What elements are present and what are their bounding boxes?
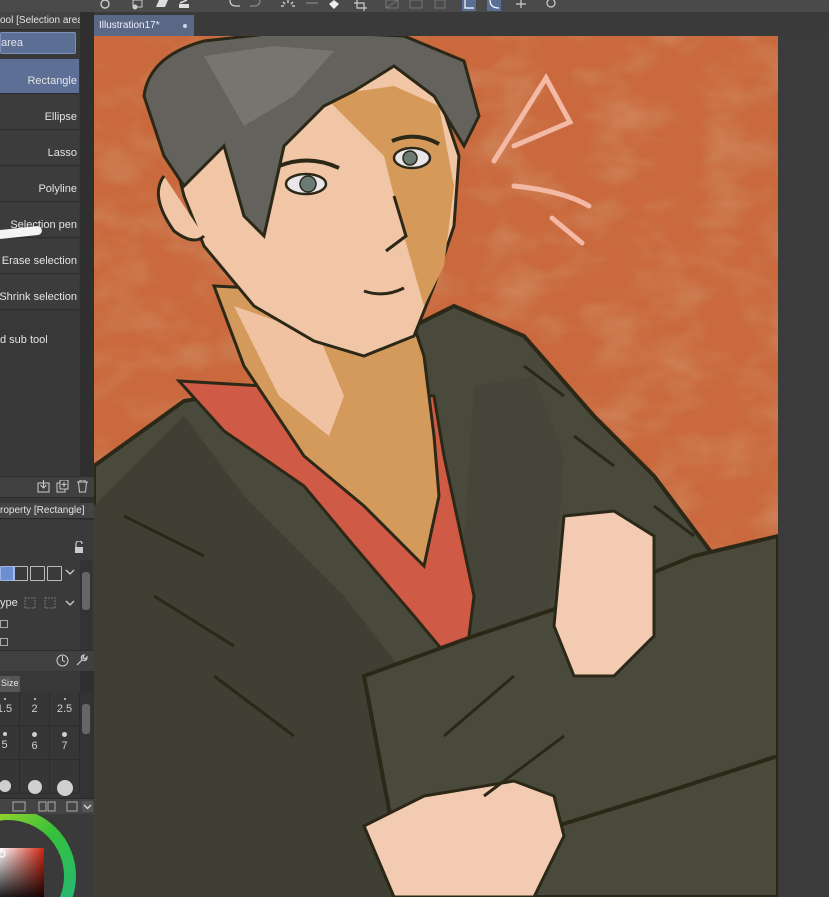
scrollbar-thumb[interactable]: [82, 572, 90, 610]
property-tools: [0, 650, 94, 671]
selection-mode-row: [0, 563, 80, 585]
loading-icon[interactable]: [281, 0, 295, 11]
duplicate-icon[interactable]: [56, 479, 69, 493]
brush-size-cell[interactable]: 2.5: [50, 692, 80, 726]
illustration-artwork: [94, 36, 778, 897]
tool-property-header: roperty [Rectangle]: [0, 503, 94, 519]
grid-icon[interactable]: [385, 0, 399, 11]
subtool-selection-pen[interactable]: Selection pen: [0, 203, 79, 240]
new-layer-icon[interactable]: [131, 0, 145, 11]
document-tab-label: Illustration17*: [99, 20, 160, 31]
subtool-lasso[interactable]: Lasso: [0, 131, 79, 166]
subtool-panel-header: ool [Selection area]: [0, 12, 80, 30]
brush-size-tab[interactable]: Size: [0, 676, 20, 692]
subtool-label: Shrink selection: [0, 291, 77, 303]
subtool-label: Ellipse: [44, 111, 77, 123]
subtool-group-tab[interactable]: area: [0, 32, 76, 54]
subtool-label: Lasso: [47, 147, 77, 159]
lock-icon[interactable]: [73, 540, 85, 554]
illustration-canvas[interactable]: [94, 36, 778, 897]
ruler-icon[interactable]: [409, 0, 423, 11]
color-set-tab-icon[interactable]: [38, 801, 56, 812]
canvas-settings-icon[interactable]: [514, 0, 528, 11]
subtract-selection-icon[interactable]: [30, 566, 45, 581]
close-dot-icon[interactable]: [183, 24, 187, 28]
brush-size-cell[interactable]: 7: [50, 726, 80, 760]
export-icon[interactable]: [37, 480, 50, 493]
subtool-label: Erase selection: [1, 255, 77, 267]
undo-icon[interactable]: [228, 0, 242, 11]
transform-icon[interactable]: [305, 0, 319, 11]
document-tab[interactable]: Illustration17*: [94, 15, 194, 36]
subtool-erase-selection[interactable]: Erase selection: [0, 239, 79, 274]
brush-size-label: 2.5: [56, 703, 73, 715]
option-checkbox[interactable]: [0, 638, 8, 646]
redo-icon[interactable]: [248, 0, 262, 11]
app-icon[interactable]: [98, 0, 112, 11]
chevron-down-icon[interactable]: [82, 801, 93, 812]
scrollbar-thumb[interactable]: [82, 704, 90, 734]
brush-size-scrollbar[interactable]: [80, 692, 92, 798]
brush-size-cell[interactable]: 2: [20, 692, 50, 726]
brush-size-label: 2: [31, 703, 38, 715]
subtool-ellipse[interactable]: Ellipse: [0, 95, 79, 130]
subtool-rectangle[interactable]: Rectangle: [0, 59, 79, 94]
canvas-workspace[interactable]: [94, 36, 829, 897]
subtool-label: Rectangle: [27, 75, 77, 87]
color-wheel[interactable]: [0, 814, 94, 897]
add-selection-icon[interactable]: [13, 566, 28, 581]
color-panel-tabs: [0, 798, 94, 815]
fixed-ratio-icon[interactable]: [24, 596, 40, 610]
subtool-label: Polyline: [38, 183, 77, 195]
chevron-down-icon[interactable]: [64, 566, 76, 578]
crop-icon[interactable]: [354, 0, 368, 11]
chevron-down-icon[interactable]: [64, 597, 76, 609]
snap-icon[interactable]: [433, 0, 447, 11]
brush-size-cell[interactable]: [50, 760, 80, 796]
subtool-shrink-selection[interactable]: Shrink selection: [0, 275, 79, 310]
property-scrollbar[interactable]: [80, 560, 92, 650]
reset-icon[interactable]: [56, 654, 69, 667]
intersect-selection-icon[interactable]: [47, 566, 62, 581]
fixed-size-icon[interactable]: [44, 596, 60, 610]
brush-size-label: 1.5: [0, 703, 13, 715]
save-icon[interactable]: [177, 0, 191, 11]
brush-size-label: 7: [61, 740, 68, 752]
trash-icon[interactable]: [76, 479, 89, 493]
brush-size-label: 6: [31, 740, 38, 752]
brush-size-cell[interactable]: 6: [20, 726, 50, 760]
selection-type-row: ype: [0, 595, 80, 611]
fill-icon[interactable]: [327, 0, 341, 11]
brush-size-cell[interactable]: 5: [0, 726, 20, 760]
type-label: ype: [0, 597, 18, 609]
color-wheel-panel[interactable]: [0, 814, 94, 897]
brush-size-grid: 1.5 2 2.5 5 6 7: [0, 692, 80, 798]
option-checkbox[interactable]: [0, 620, 8, 628]
lasso-mode-icon[interactable]: [462, 0, 476, 11]
help-icon[interactable]: [544, 0, 558, 11]
color-history-tab-icon[interactable]: [66, 801, 78, 812]
wrench-icon[interactable]: [75, 654, 88, 667]
brush-stroke-preview: [0, 225, 43, 240]
brush-size-cell[interactable]: 1.5: [0, 692, 20, 726]
document-tab-bar: Illustration17*: [94, 12, 829, 36]
brush-size-cell[interactable]: [0, 760, 20, 794]
lasso-mode2-icon[interactable]: [487, 0, 501, 11]
subtool-footer: [0, 476, 94, 498]
folder-icon[interactable]: [155, 0, 169, 11]
subtool-polyline[interactable]: Polyline: [0, 167, 79, 218]
add-subtool-button[interactable]: d sub tool: [0, 334, 48, 346]
brush-size-cell[interactable]: [20, 760, 50, 794]
color-wheel-tab-icon[interactable]: [12, 801, 26, 812]
brush-size-label: 5: [1, 739, 8, 751]
